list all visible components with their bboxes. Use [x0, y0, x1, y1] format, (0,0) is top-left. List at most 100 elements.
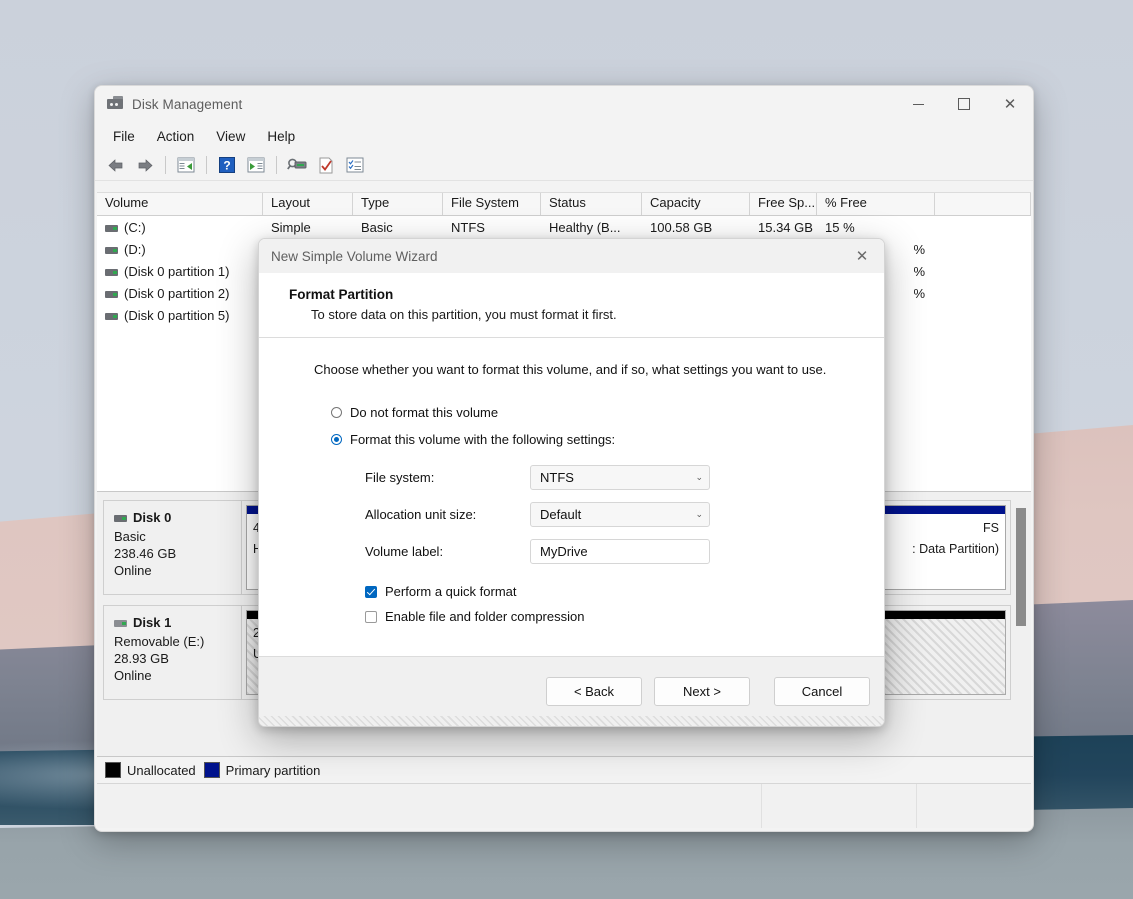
- legend-bar: Unallocated Primary partition: [97, 756, 1033, 783]
- wizard-titlebar: New Simple Volume Wizard ✕: [259, 239, 884, 273]
- cell-layout: Simple: [271, 219, 311, 235]
- label-allocation-unit-size: Allocation unit size:: [365, 507, 477, 522]
- volume-disk-icon: [105, 268, 118, 276]
- radio-format-volume-indicator[interactable]: [331, 434, 342, 445]
- file-system-combobox[interactable]: NTFS ⌄: [530, 465, 710, 490]
- cell-volume: (Disk 0 partition 1): [97, 264, 262, 279]
- legend-item-unallocated: Unallocated: [105, 762, 196, 778]
- show-hide-console-tree-icon: [177, 157, 195, 173]
- disk0-name-row: Disk 0: [114, 510, 241, 525]
- show-action-pane-button[interactable]: [243, 153, 269, 177]
- properties-button[interactable]: [313, 153, 339, 177]
- properties-icon: [319, 157, 333, 173]
- cell-file-system: NTFS: [451, 219, 485, 235]
- volume-label-input[interactable]: MyDrive: [530, 539, 710, 564]
- volume-disk-icon: [105, 290, 118, 298]
- column-header-type[interactable]: Type: [353, 193, 443, 215]
- window-titlebar: Disk Management ✕: [95, 86, 1033, 122]
- volume-disk-icon: [105, 246, 118, 254]
- toolbar-separator: [276, 156, 277, 174]
- close-icon: ✕: [855, 248, 869, 265]
- field-allocation-unit-size: Allocation unit size: Default ⌄: [365, 502, 884, 527]
- new-simple-volume-wizard-dialog: New Simple Volume Wizard ✕ Format Partit…: [258, 238, 885, 727]
- cell-percent-free: %: [913, 263, 926, 279]
- minimize-button[interactable]: [895, 86, 941, 122]
- menu-file[interactable]: File: [103, 125, 145, 148]
- menu-view[interactable]: View: [206, 125, 255, 148]
- close-icon: ✕: [1003, 95, 1017, 113]
- column-header-layout[interactable]: Layout: [263, 193, 353, 215]
- cell-status: Healthy (B...: [549, 219, 621, 235]
- help-icon: ?: [219, 157, 235, 173]
- disk-info-disk0: Disk 0 Basic 238.46 GB Online: [104, 501, 242, 594]
- wizard-header: Format Partition To store data on this p…: [259, 273, 884, 338]
- disk1-state: Online: [114, 668, 152, 683]
- forward-button[interactable]: [132, 153, 158, 177]
- minimize-icon: [912, 103, 924, 105]
- status-cell-2: [762, 784, 918, 828]
- file-system-value: NTFS: [540, 470, 574, 485]
- cell-volume-label: (D:): [124, 241, 146, 257]
- label-file-system: File system:: [365, 470, 435, 485]
- cell-volume-label: (Disk 0 partition 5): [124, 307, 230, 323]
- cell-volume: (C:): [97, 220, 263, 235]
- cancel-button[interactable]: Cancel: [774, 677, 870, 706]
- graphical-view-scrollbar[interactable]: [1015, 500, 1027, 730]
- volume-label-value: MyDrive: [540, 544, 588, 559]
- disk-icon: [114, 620, 127, 628]
- scrollbar-thumb[interactable]: [1016, 508, 1026, 626]
- menu-action[interactable]: Action: [147, 125, 205, 148]
- column-header-status[interactable]: Status: [541, 193, 642, 215]
- cell-type: Basic: [361, 219, 393, 235]
- wizard-body: Choose whether you want to format this v…: [259, 338, 884, 648]
- legend-label-primary: Primary partition: [225, 762, 321, 778]
- status-cell-3: [917, 784, 1031, 828]
- back-button[interactable]: [103, 153, 129, 177]
- label-volume-label: Volume label:: [365, 544, 444, 559]
- table-row[interactable]: (C:) Simple Basic NTFS Healthy (B... 100…: [97, 216, 1031, 238]
- column-header-free-space[interactable]: Free Sp...: [750, 193, 817, 215]
- checkbox-quick-format[interactable]: Perform a quick format: [365, 584, 884, 599]
- column-header-extra[interactable]: [935, 193, 1031, 215]
- cell-percent-free: %: [913, 241, 926, 257]
- forward-icon: [138, 158, 153, 172]
- tasks-icon: [346, 157, 364, 173]
- disk0-type: Basic: [114, 529, 146, 544]
- radio-do-not-format-indicator[interactable]: [331, 407, 342, 418]
- chevron-down-icon: ⌄: [695, 509, 703, 519]
- disk0-name: Disk 0: [133, 510, 172, 525]
- close-button[interactable]: ✕: [987, 86, 1033, 122]
- column-header-file-system[interactable]: File System: [443, 193, 541, 215]
- checkbox-compression-indicator[interactable]: [365, 610, 377, 623]
- help-button[interactable]: ?: [214, 153, 240, 177]
- column-header-capacity[interactable]: Capacity: [642, 193, 750, 215]
- checkbox-compression[interactable]: Enable file and folder compression: [365, 609, 884, 624]
- allocation-unit-size-combobox[interactable]: Default ⌄: [530, 502, 710, 527]
- radio-do-not-format[interactable]: Do not format this volume: [331, 405, 884, 420]
- menu-help[interactable]: Help: [257, 125, 305, 148]
- cell-volume: (D:): [97, 242, 262, 257]
- back-button[interactable]: < Back: [546, 677, 642, 706]
- checkbox-quick-format-indicator[interactable]: [365, 585, 377, 598]
- show-action-pane-icon: [247, 157, 265, 173]
- disk1-name: Disk 1: [133, 615, 172, 630]
- radio-format-volume[interactable]: Format this volume with the following se…: [331, 432, 884, 447]
- show-hide-console-tree-button[interactable]: [173, 153, 199, 177]
- next-button[interactable]: Next >: [654, 677, 750, 706]
- rescan-disks-button[interactable]: [284, 153, 310, 177]
- volume-list-header: Volume Layout Type File System Status Ca…: [97, 193, 1031, 216]
- tasks-button[interactable]: [342, 153, 368, 177]
- wizard-intro-text: Choose whether you want to format this v…: [314, 362, 827, 377]
- status-bar: [97, 783, 1031, 828]
- cell-volume-label: (Disk 0 partition 2): [124, 285, 230, 301]
- column-header-volume[interactable]: Volume: [97, 193, 263, 215]
- column-header-percent-free[interactable]: % Free: [817, 193, 935, 215]
- toolbar: ?: [95, 150, 1033, 181]
- cell-percent-free: %: [913, 285, 926, 301]
- checkbox-quick-format-label: Perform a quick format: [385, 584, 517, 599]
- disk0-state: Online: [114, 563, 152, 578]
- wizard-close-button[interactable]: ✕: [840, 239, 884, 273]
- maximize-button[interactable]: [941, 86, 987, 122]
- volume-disk-icon: [105, 312, 118, 320]
- wizard-resize-grip: [259, 716, 884, 726]
